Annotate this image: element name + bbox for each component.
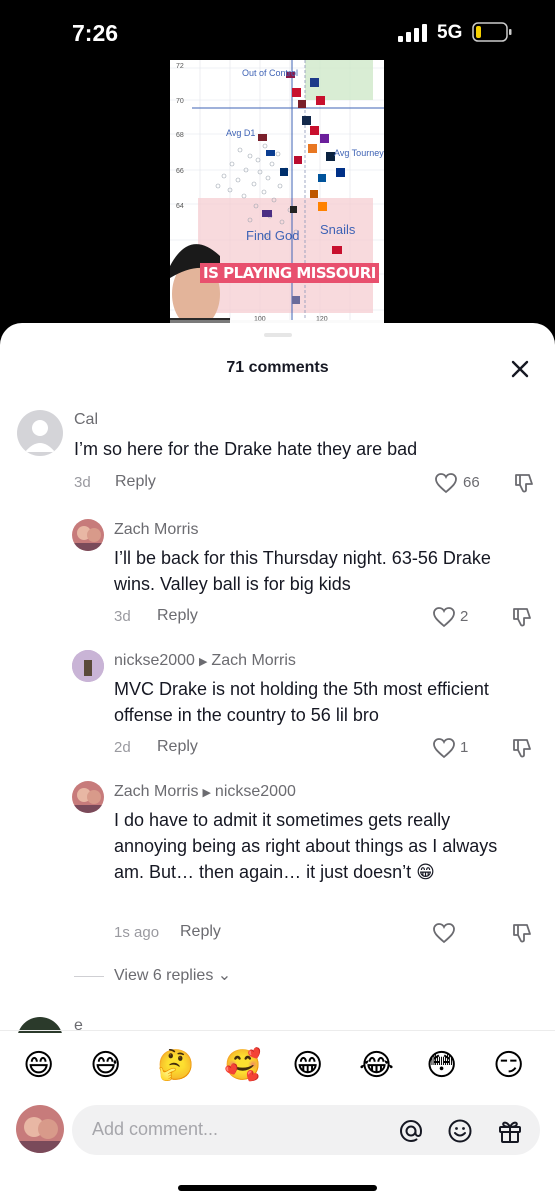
divider-line (74, 976, 104, 977)
reply-to-username[interactable]: Zach Morris (211, 652, 295, 669)
y-tick-label: 70 (176, 98, 184, 105)
emoji-picker-icon[interactable] (447, 1118, 473, 1144)
heart-icon[interactable] (432, 922, 456, 944)
gift-icon[interactable] (496, 1117, 524, 1145)
cellular-signal-icon (398, 24, 427, 42)
chart-label-find-god: Find God (246, 228, 299, 243)
profile-photo (72, 788, 104, 813)
status-time: 7:26 (72, 20, 119, 46)
emoji-button[interactable]: 😁 (292, 1049, 323, 1083)
comment-text: I’ll be back for this Thursday night. 63… (114, 548, 491, 594)
y-tick-label: 64 (176, 203, 184, 210)
avatar[interactable] (17, 410, 63, 456)
dislike-icon[interactable] (510, 921, 534, 945)
comment-text: MVC Drake is not holding the 5th most ef… (114, 679, 489, 725)
heart-icon[interactable] (434, 472, 458, 494)
dislike-icon[interactable] (510, 736, 534, 760)
chart-label-avg-d1: Avg D1 (226, 128, 255, 138)
battery-icon (472, 22, 512, 42)
comment-item: Cal I’m so here for the Drake hate they … (0, 408, 555, 503)
comments-sheet: 71 comments Cal I’m so here for the Drak… (0, 323, 555, 1200)
comment-text: I do have to admit it sometimes gets rea… (114, 810, 498, 882)
emoji-button[interactable]: 😂 (359, 1049, 394, 1083)
video-preview[interactable]: 72 70 68 66 64 100 120 Out of Control Av… (170, 60, 384, 340)
reply-button[interactable]: Reply (180, 923, 221, 941)
reply-to-username[interactable]: nickse2000 (215, 783, 296, 800)
comment-item: Zach Morris ▶ nickse2000 I do have to admi… (0, 781, 555, 951)
comment-username-text: Zach Morris (114, 783, 199, 800)
my-avatar[interactable] (16, 1105, 64, 1153)
chart-label-out-of-control: Out of Control (242, 68, 298, 78)
comment-item: nickse2000 ▶ Zach Morris MVC Drake is not … (0, 650, 555, 760)
profile-photo (16, 1117, 64, 1153)
like-count: 2 (460, 608, 469, 625)
chevron-down-icon: ⌄ (217, 967, 232, 984)
heart-icon[interactable] (432, 737, 456, 759)
network-type: 5G (437, 22, 463, 43)
avatar[interactable] (72, 519, 104, 551)
video-caption: IS PLAYING MISSOURI (200, 263, 379, 283)
avatar[interactable] (72, 781, 104, 813)
comment-username[interactable]: Zach Morris (114, 521, 198, 539)
view-replies-label: View 6 replies ⌄ (114, 965, 231, 985)
comment-text: I’m so here for the Drake hate they are … (74, 439, 418, 459)
y-tick-label: 72 (176, 63, 184, 70)
comment-age: 3d (74, 474, 91, 491)
avatar[interactable] (72, 650, 104, 682)
home-indicator[interactable] (178, 1185, 377, 1191)
comment-input[interactable]: Add comment... (72, 1105, 540, 1155)
profile-photo (72, 650, 104, 682)
sheet-grabber[interactable] (264, 333, 292, 337)
emoji-button[interactable]: 🤔 (157, 1049, 194, 1083)
like-count: 66 (463, 474, 480, 491)
quick-emoji-bar: 😄 😅 🤔 🥰 😁 😂 😳 😏 (0, 1030, 555, 1100)
reply-button[interactable]: Reply (115, 473, 156, 491)
comment-input-placeholder: Add comment... (92, 1119, 219, 1139)
emoji-button[interactable]: 😅 (90, 1049, 121, 1083)
comment-username[interactable]: nickse2000 ▶ Zach Morris (114, 652, 296, 670)
dislike-icon[interactable] (512, 471, 536, 495)
comment-username-text: nickse2000 (114, 652, 195, 669)
default-avatar-icon (25, 420, 55, 452)
chart-label-snails: Snails (320, 222, 356, 237)
chart-screenshot: 72 70 68 66 64 100 120 Out of Control Av… (170, 60, 384, 340)
chart-label-avg-tourney: Avg Tourney (334, 148, 384, 158)
reply-button[interactable]: Reply (157, 738, 198, 756)
heart-icon[interactable] (432, 606, 456, 628)
comment-age: 2d (114, 739, 131, 756)
close-icon[interactable] (508, 357, 532, 381)
comment-username[interactable]: Cal (74, 411, 98, 429)
like-count: 1 (460, 739, 469, 756)
emoji-button[interactable]: 😄 (23, 1049, 54, 1083)
y-tick-label: 66 (176, 168, 184, 175)
comments-count-title: 71 comments (226, 359, 329, 376)
reply-arrow-icon: ▶ (198, 656, 208, 668)
y-tick-label: 68 (176, 132, 184, 139)
reply-arrow-icon: ▶ (202, 787, 211, 799)
comment-username[interactable]: Zach Morris ▶ nickse2000 (114, 783, 296, 801)
mention-icon[interactable] (398, 1118, 424, 1144)
comment-age: 3d (114, 608, 131, 625)
status-bar: 7:26 5G (0, 0, 555, 64)
emoji-button[interactable]: 😏 (493, 1049, 524, 1083)
comment-input-row: Add comment... (0, 1100, 555, 1170)
profile-photo (72, 526, 104, 551)
reply-button[interactable]: Reply (157, 607, 198, 625)
comment-item: Zach Morris I’ll be back for this Thursd… (0, 519, 555, 629)
dislike-icon[interactable] (510, 605, 534, 629)
comment-age: 1s ago (114, 924, 160, 941)
view-replies-text: View 6 replies (114, 967, 214, 984)
emoji-button[interactable]: 😳 (426, 1049, 457, 1083)
emoji-button[interactable]: 🥰 (224, 1049, 261, 1083)
